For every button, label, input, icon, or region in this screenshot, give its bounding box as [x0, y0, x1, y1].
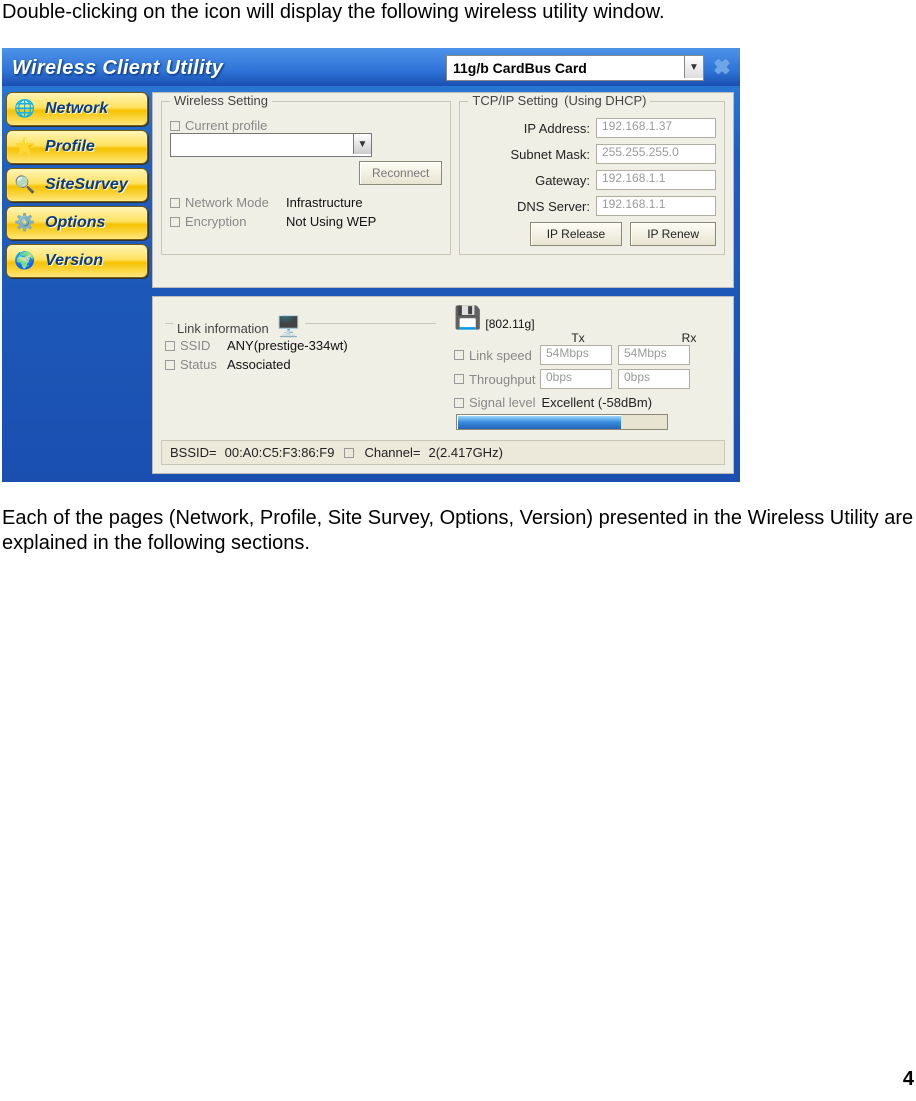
network-panel: Wireless Setting Current profile ▼ Recon… — [152, 92, 734, 288]
gateway-label: Gateway: — [535, 173, 590, 188]
group-legend: Link information 🖥️ — [173, 314, 305, 339]
current-profile-label: Current profile — [185, 118, 267, 133]
group-legend: TCP/IP Setting (Using DHCP) — [468, 93, 650, 108]
card-select-value: 11g/b CardBus Card — [453, 60, 587, 76]
encryption-value: Not Using WEP — [286, 214, 376, 229]
subnet-mask-label: Subnet Mask: — [511, 147, 591, 162]
link-panel: Link information 🖥️ SSID ANY(prestige-33… — [152, 296, 734, 474]
square-icon — [344, 448, 354, 458]
wireless-setting-group: Wireless Setting Current profile ▼ Recon… — [161, 101, 451, 255]
ssid-label: SSID — [180, 338, 210, 353]
status-bar: BSSID= 00:A0:C5:F3:86:F9 Channel= 2(2.41… — [161, 440, 725, 465]
sidebar-item-network[interactable]: 🌐 Network — [6, 92, 148, 126]
ip-renew-button[interactable]: IP Renew — [630, 222, 716, 246]
rx-header: Rx — [653, 331, 725, 345]
throughput-label: Throughput — [469, 372, 536, 387]
dns-server-value: 192.168.1.1 — [596, 196, 716, 216]
search-icon: 🔍 — [11, 171, 39, 199]
titlebar: Wireless Client Utility 11g/b CardBus Ca… — [2, 48, 740, 86]
bssid-value: 00:A0:C5:F3:86:F9 — [225, 445, 335, 460]
link-speed-rx: 54Mbps — [618, 345, 690, 365]
dns-server-label: DNS Server: — [517, 199, 590, 214]
network-mode-value: Infrastructure — [286, 195, 363, 210]
chevron-down-icon: ▼ — [353, 134, 371, 154]
status-value: Associated — [227, 357, 291, 372]
subnet-mask-value: 255.255.255.0 — [596, 144, 716, 164]
app-title: Wireless Client Utility — [12, 57, 223, 80]
card-select[interactable]: 11g/b CardBus Card ▼ — [446, 55, 704, 81]
sidebar-item-label: SiteSurvey — [45, 176, 128, 194]
link-speed-label: Link speed — [469, 348, 532, 363]
encryption-label: Encryption — [185, 214, 246, 229]
current-profile-select[interactable]: ▼ — [170, 133, 372, 157]
square-icon — [170, 121, 180, 131]
ip-address-value: 192.168.1.37 — [596, 118, 716, 138]
throughput-tx: 0bps — [540, 369, 612, 389]
wireless-utility-window: Wireless Client Utility 11g/b CardBus Ca… — [2, 48, 740, 482]
intro-text: Double-clicking on the icon will display… — [2, 0, 914, 24]
sidebar-item-version[interactable]: 🌍 Version — [6, 244, 148, 278]
channel-label: Channel= — [364, 445, 420, 460]
signal-level-label: Signal level — [469, 395, 536, 410]
mode-badge: [802.11g] — [485, 317, 534, 331]
tcpip-setting-group: TCP/IP Setting (Using DHCP) IP Address: … — [459, 101, 725, 255]
link-speed-tx: 54Mbps — [540, 345, 612, 365]
signal-level-bar — [456, 414, 668, 430]
chip-icon: 💾 — [454, 305, 481, 331]
network-mode-label: Network Mode — [185, 195, 269, 210]
gear-icon: ⚙️ — [11, 209, 39, 237]
reconnect-button[interactable]: Reconnect — [359, 161, 442, 185]
sidebar-item-label: Version — [45, 252, 103, 270]
sidebar-item-label: Network — [45, 100, 108, 118]
sidebar-item-options[interactable]: ⚙️ Options — [6, 206, 148, 240]
sidebar-item-sitesurvey[interactable]: 🔍 SiteSurvey — [6, 168, 148, 202]
ip-release-button[interactable]: IP Release — [530, 222, 622, 246]
ssid-value: ANY(prestige-334wt) — [227, 338, 348, 353]
outro-text: Each of the pages (Network, Profile, Sit… — [2, 506, 914, 556]
ip-address-label: IP Address: — [524, 121, 590, 136]
signal-level-value: Excellent (-58dBm) — [542, 395, 653, 410]
gateway-value: 192.168.1.1 — [596, 170, 716, 190]
page-number: 4 — [903, 1068, 914, 1091]
close-icon[interactable]: ✖ — [710, 56, 734, 80]
sidebar-item-label: Profile — [45, 138, 95, 156]
star-icon: ⭐ — [11, 133, 39, 161]
globe-icon: 🌐 — [11, 95, 39, 123]
bssid-label: BSSID= — [170, 445, 217, 460]
group-legend: Wireless Setting — [170, 93, 272, 108]
chevron-down-icon: ▼ — [684, 56, 703, 78]
sidebar: 🌐 Network ⭐ Profile 🔍 SiteSurvey ⚙️ Opti… — [2, 86, 152, 288]
channel-value: 2(2.417GHz) — [428, 445, 502, 460]
tx-header: Tx — [542, 331, 614, 345]
globe-icon: 🌍 — [11, 247, 39, 275]
status-label: Status — [180, 357, 217, 372]
sidebar-item-label: Options — [45, 214, 105, 232]
computer-icon: 🖥️ — [276, 316, 301, 338]
sidebar-item-profile[interactable]: ⭐ Profile — [6, 130, 148, 164]
throughput-rx: 0bps — [618, 369, 690, 389]
